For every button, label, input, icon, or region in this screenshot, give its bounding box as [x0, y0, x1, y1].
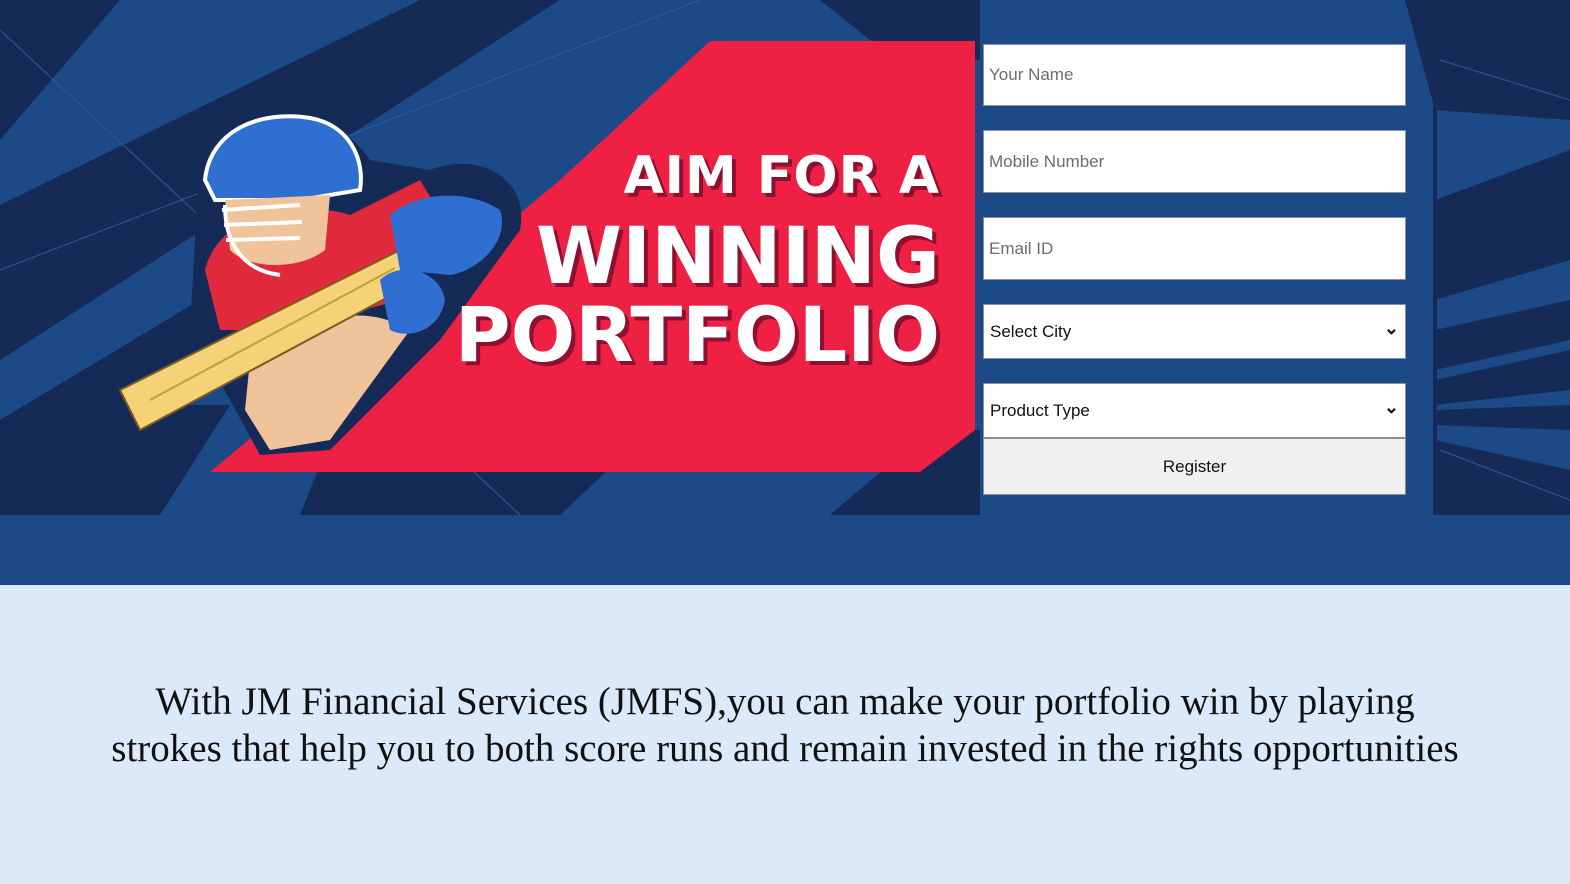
name-input[interactable]: [983, 44, 1406, 106]
headline-line-1: AIM FOR A: [623, 146, 940, 206]
headline-line-3: PORTFOLIO: [454, 290, 940, 379]
product-type-select-value: Product Type: [990, 400, 1090, 420]
chevron-down-icon: ⌄: [1383, 396, 1399, 417]
hero-section: AIM FOR A WINNING PORTFOLIO Select City …: [0, 0, 1570, 585]
mobile-number-input[interactable]: [983, 130, 1406, 193]
city-select[interactable]: Select City ⌄: [983, 304, 1406, 359]
city-select-value: Select City: [990, 321, 1072, 341]
email-input[interactable]: [983, 217, 1406, 280]
chevron-down-icon: ⌄: [1383, 317, 1399, 338]
headline-line-2: WINNING: [536, 212, 940, 302]
register-button[interactable]: Register: [983, 438, 1406, 495]
product-type-select[interactable]: Product Type ⌄: [983, 383, 1406, 438]
tagline-text: With JM Financial Services (JMFS),you ca…: [111, 680, 1459, 770]
